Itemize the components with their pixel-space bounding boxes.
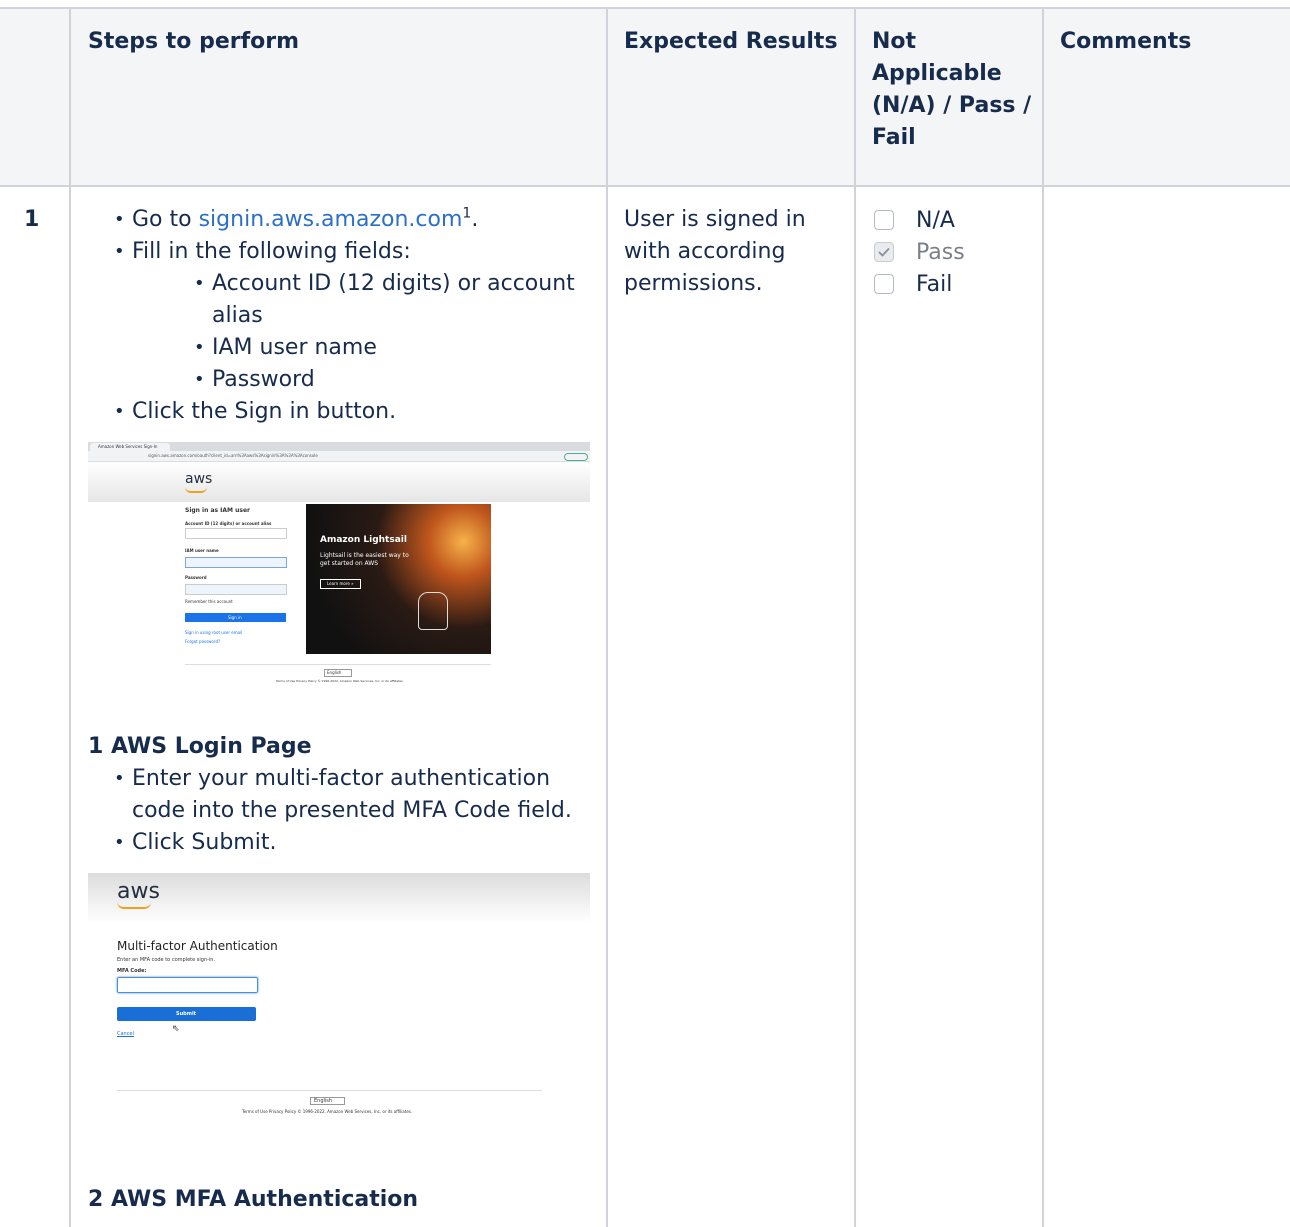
comments-cell[interactable] (1044, 187, 1290, 1227)
option-pass[interactable]: Pass (874, 236, 965, 268)
column-divider (69, 7, 71, 1227)
header-expected: Expected Results (624, 29, 838, 54)
checkbox-fail[interactable] (874, 274, 894, 294)
account-label: Account ID (12 digits) or account alias (185, 521, 272, 526)
mfa-cancel-link: Cancel (117, 1031, 134, 1037)
list-item: Click the Sign in button. (112, 396, 592, 428)
checkbox-na[interactable] (874, 210, 894, 230)
footer-text: Terms of Use Privacy Policy © 1996-2022,… (276, 679, 404, 683)
password-input (185, 584, 287, 595)
promo-text: Lightsail is the easiest way to get star… (320, 552, 409, 567)
aws-logo-smile (117, 902, 151, 909)
browser-tab-title: Amazon Web Services Sign-In (98, 444, 158, 449)
sub-list-item: Account ID (12 digits) or account alias (192, 268, 592, 332)
root-user-link: Sign in using root user email (185, 630, 243, 635)
option-na[interactable]: N/A (874, 204, 955, 236)
footnote-ref[interactable]: 1 (462, 206, 471, 222)
footer-divider (117, 1090, 542, 1091)
header-status: Not Applicable (N/A) / Pass / Fail (872, 29, 1032, 150)
steps-list: Enter your multi-factor authentication c… (112, 763, 592, 859)
aws-logo-smile (185, 487, 207, 493)
language-select: English (310, 1097, 346, 1105)
robot-illustration (418, 592, 448, 630)
list-item: Click Submit. (112, 827, 592, 859)
figure-caption: 2 AWS MFA Authentication (88, 1187, 419, 1212)
option-label: Pass (916, 239, 965, 265)
option-label: N/A (916, 207, 955, 233)
aws-logo: aws (185, 471, 213, 487)
sub-list-item: Password (192, 364, 592, 396)
account-input (185, 528, 287, 539)
update-button (564, 453, 588, 461)
mfa-code-label: MFA Code: (117, 968, 147, 974)
mfa-code-input (117, 977, 258, 993)
signin-heading: Sign in as IAM user (185, 507, 250, 514)
header-comments: Comments (1060, 29, 1192, 54)
remember-checkbox: Remember this account (185, 599, 233, 604)
forgot-password-link: Forgot password? (185, 639, 221, 644)
expected-result: User is signed in with according permiss… (624, 207, 806, 296)
signin-button-label: Sign in (228, 615, 242, 620)
option-label: Fail (916, 271, 953, 297)
checkmark-icon (878, 247, 890, 257)
aws-logo: aws (117, 879, 160, 904)
row-number: 1 (24, 207, 40, 232)
browser-url: signin.aws.amazon.com/oauth?client_id=ar… (148, 453, 318, 458)
column-divider (606, 7, 608, 1227)
column-divider (854, 7, 856, 1227)
list-item: Enter your multi-factor authentication c… (112, 763, 592, 827)
footer-text: Terms of Use Privacy Policy © 1996-2022,… (242, 1109, 413, 1114)
sub-list-item: IAM user name (192, 332, 592, 364)
option-fail[interactable]: Fail (874, 268, 952, 300)
mfa-heading: Multi-factor Authentication (117, 939, 278, 953)
checkbox-pass[interactable] (874, 242, 894, 262)
header-steps: Steps to perform (88, 29, 300, 54)
signin-link[interactable]: signin.aws.amazon.com (199, 207, 463, 232)
cursor-icon: ⇖ (172, 1024, 180, 1034)
password-label: Password (185, 575, 207, 580)
table-top-border (0, 7, 1290, 9)
aws-login-screenshot: Amazon Web Services Sign-In signin.aws.a… (88, 442, 590, 710)
page-header-band (88, 462, 590, 502)
user-label: IAM user name (185, 548, 219, 553)
list-item: Go to signin.aws.amazon.com1. (112, 204, 592, 236)
aws-mfa-screenshot: aws Multi-factor Authentication Enter an… (88, 873, 590, 1131)
figure-caption: 1 AWS Login Page (88, 734, 312, 759)
language-select: English (324, 669, 353, 677)
promo-learn-more: Learn more » (320, 579, 361, 589)
footer-divider (185, 664, 491, 665)
mfa-submit-label: Submit (176, 1011, 197, 1017)
list-item: Fill in the following fields: Account ID… (112, 236, 592, 396)
user-input (185, 557, 287, 568)
promo-title: Amazon Lightsail (320, 535, 407, 545)
steps-list: Go to signin.aws.amazon.com1. Fill in th… (112, 204, 592, 428)
mfa-instruction: Enter an MFA code to complete sign-in. (117, 957, 216, 963)
page-header-band (88, 873, 590, 923)
